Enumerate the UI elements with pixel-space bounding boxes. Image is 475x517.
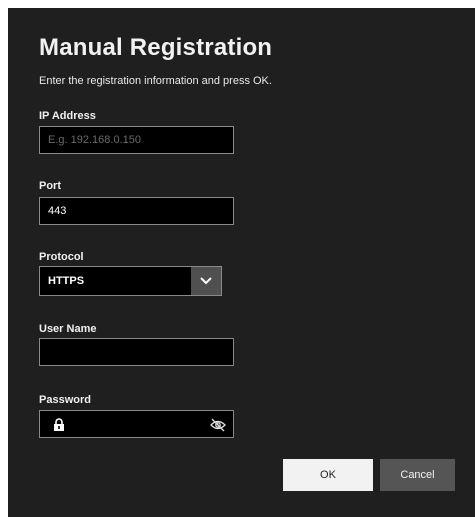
password-label: Password xyxy=(39,394,91,406)
lock-icon xyxy=(53,418,65,432)
manual-registration-dialog: Manual Registration Enter the registrati… xyxy=(8,8,475,517)
chevron-down-icon[interactable] xyxy=(191,267,221,295)
eye-off-icon[interactable] xyxy=(210,418,226,432)
ip-address-label: IP Address xyxy=(39,110,96,122)
port-label: Port xyxy=(39,180,61,192)
port-field[interactable]: 443 xyxy=(39,197,234,225)
protocol-select[interactable]: HTTPS xyxy=(39,266,222,296)
dialog-subtitle: Enter the registration information and p… xyxy=(39,75,272,87)
port-value: 443 xyxy=(48,205,67,217)
ip-address-field[interactable]: E.g. 192.168.0.150 xyxy=(39,126,234,154)
protocol-label: Protocol xyxy=(39,251,84,263)
dialog-title: Manual Registration xyxy=(39,34,273,61)
protocol-selected-value: HTTPS xyxy=(48,275,85,287)
user-name-field[interactable] xyxy=(39,338,234,366)
ip-address-placeholder: E.g. 192.168.0.150 xyxy=(48,134,141,146)
user-name-label: User Name xyxy=(39,323,97,335)
cancel-button[interactable]: Cancel xyxy=(380,459,455,491)
ok-button[interactable]: OK xyxy=(283,459,373,491)
password-field[interactable] xyxy=(39,410,234,438)
